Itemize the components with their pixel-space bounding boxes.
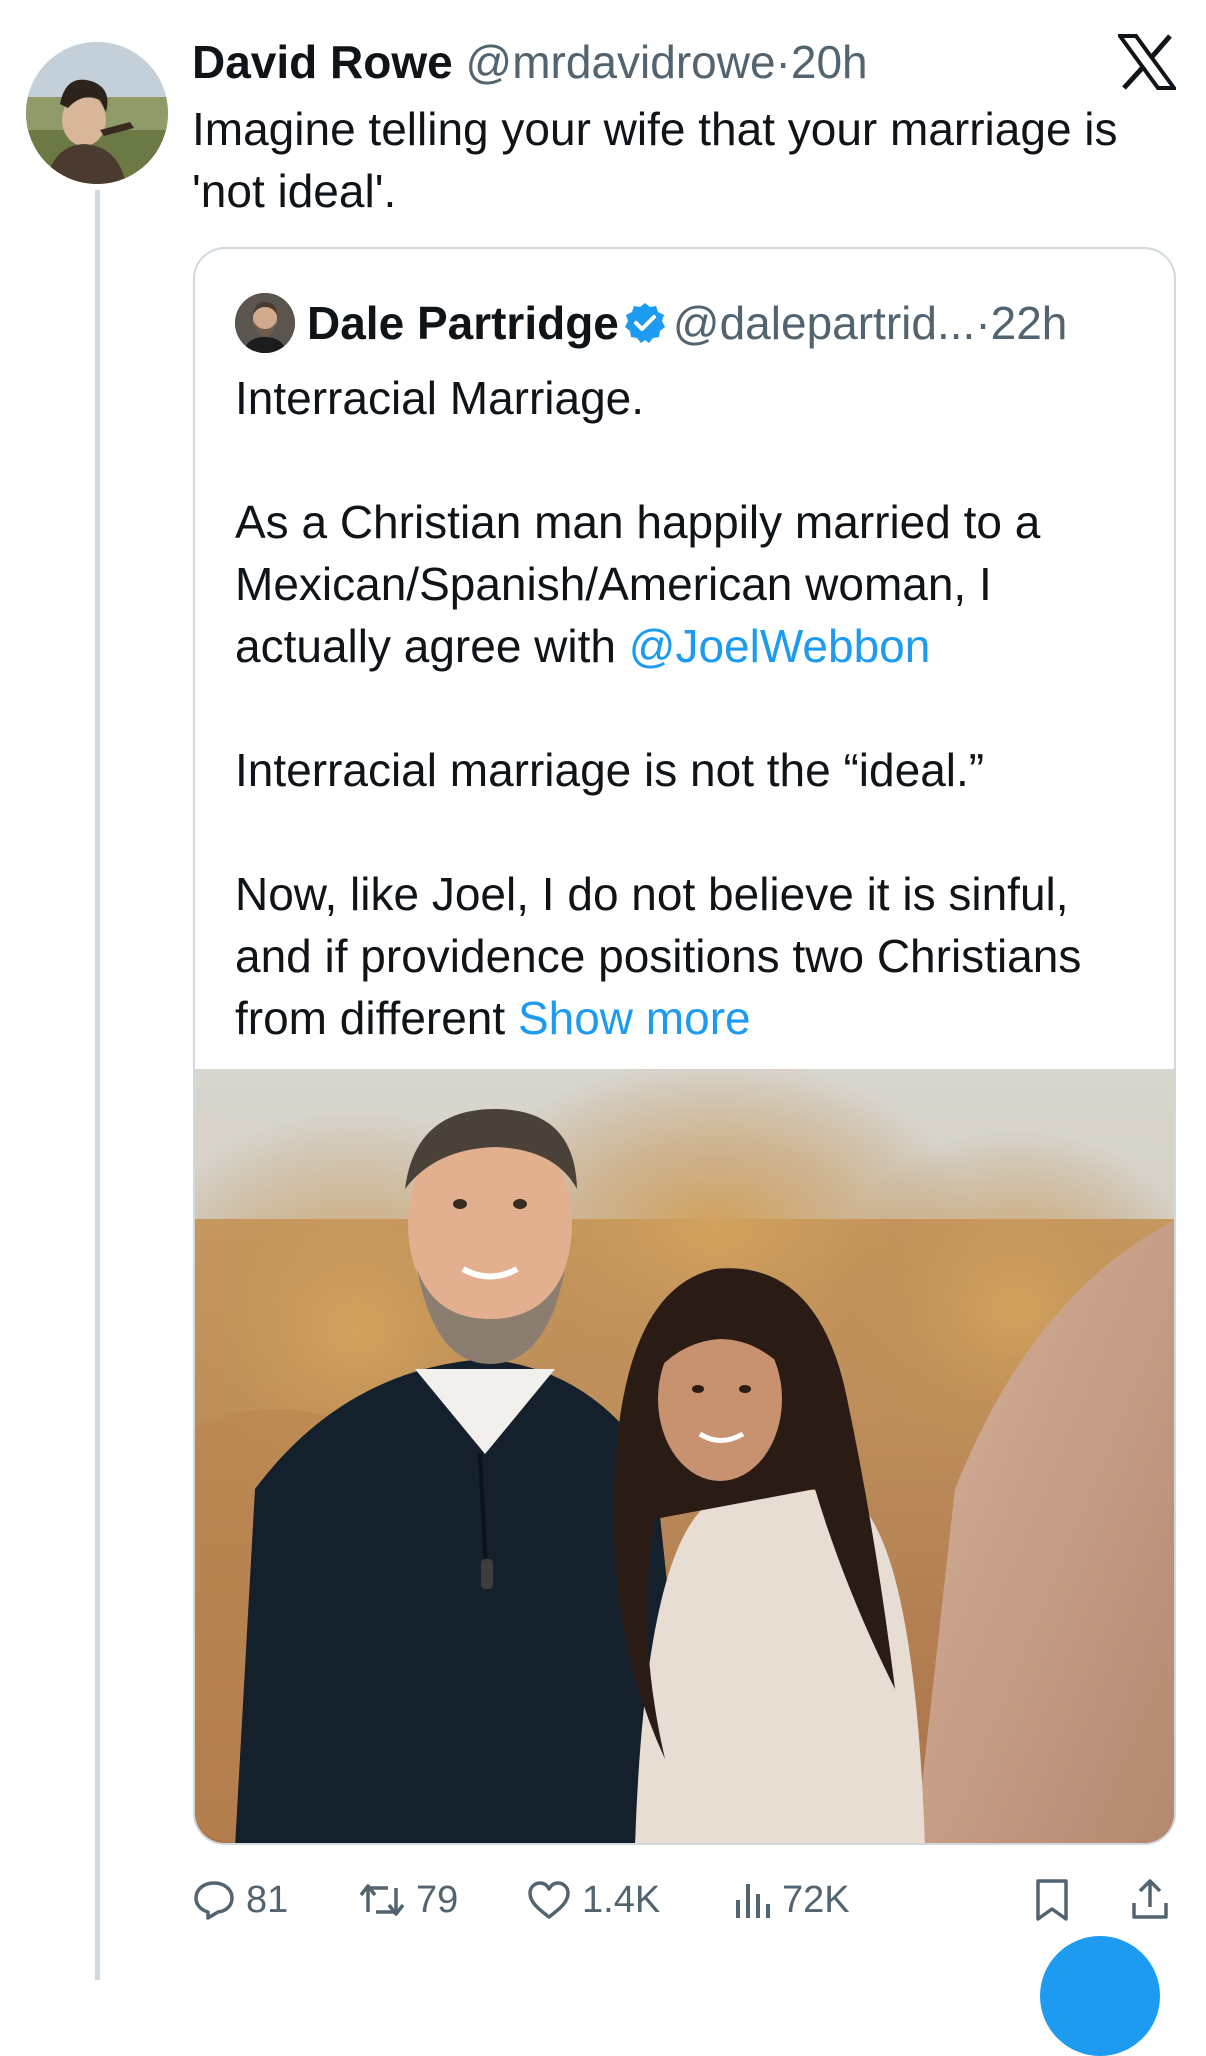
reply-count: 81 [246,1878,289,1921]
quoted-paragraph-1: Interracial Marriage. [235,372,645,424]
tweet-text: Imagine telling your wife that your marr… [192,103,1118,217]
quoted-tweet-header: Dale Partridge @dalepartrid...·22h [307,291,1067,355]
compose-fab-button[interactable] [1040,1936,1160,2056]
header-separator: · [775,36,791,88]
tweet-action-bar: 81 79 1.4K 72K [192,1868,1182,1932]
reply-icon [194,1881,234,1920]
quoted-tweet-body: Interracial Marriage. As a Christian man… [235,367,1155,1049]
quoted-avatar-photo-icon [235,293,295,353]
quoted-paragraph-4: Now, like Joel, I do not believe it is s… [235,863,1155,1049]
couple-photo-icon [195,1069,1174,1843]
mention-link[interactable]: @JoelWebbon [629,620,931,672]
verified-badge-icon [624,303,665,343]
author-avatar[interactable] [26,42,168,184]
quoted-paragraph-3: Interracial marriage is not the “ideal.” [235,744,985,796]
views-count: 72K [782,1878,850,1921]
bookmark-button[interactable] [1032,1868,1082,1932]
bookmark-icon [1036,1879,1068,1921]
reply-button[interactable]: 81 [192,1868,288,1932]
quoted-tweet-photo[interactable] [195,1069,1174,1843]
quoted-author-handle[interactable]: @dalepartrid... [673,297,975,349]
quoted-author-name[interactable]: Dale Partridge [307,297,619,349]
retweet-count: 79 [416,1878,459,1921]
author-handle[interactable]: @mrdavidrowe [466,36,776,88]
heart-icon [528,1881,570,1919]
author-name[interactable]: David Rowe [192,36,453,88]
quoted-separator: · [975,297,991,349]
views-button[interactable]: 72K [732,1868,850,1932]
retweet-button[interactable]: 79 [358,1868,458,1932]
show-more-link[interactable]: Show more [518,992,751,1044]
quoted-tweet-card[interactable]: Dale Partridge @dalepartrid...·22h Inter… [193,247,1176,1845]
like-button[interactable]: 1.4K [526,1868,660,1932]
like-count: 1.4K [582,1878,661,1921]
tweet-time[interactable]: 20h [791,36,868,88]
quoted-author-avatar[interactable] [235,293,295,353]
views-icon [736,1884,770,1918]
quoted-paragraph-2: As a Christian man happily married to a … [235,491,1155,677]
tweet-header: David Rowe @mrdavidrowe·20h [192,30,868,94]
avatar-photo-icon [26,42,168,184]
share-button[interactable] [1128,1868,1182,1932]
x-logo-icon [1118,34,1176,90]
quoted-tweet-time[interactable]: 22h [991,297,1068,349]
retweet-icon [359,1884,405,1916]
thread-line [95,190,100,1980]
share-icon [1132,1879,1168,1919]
